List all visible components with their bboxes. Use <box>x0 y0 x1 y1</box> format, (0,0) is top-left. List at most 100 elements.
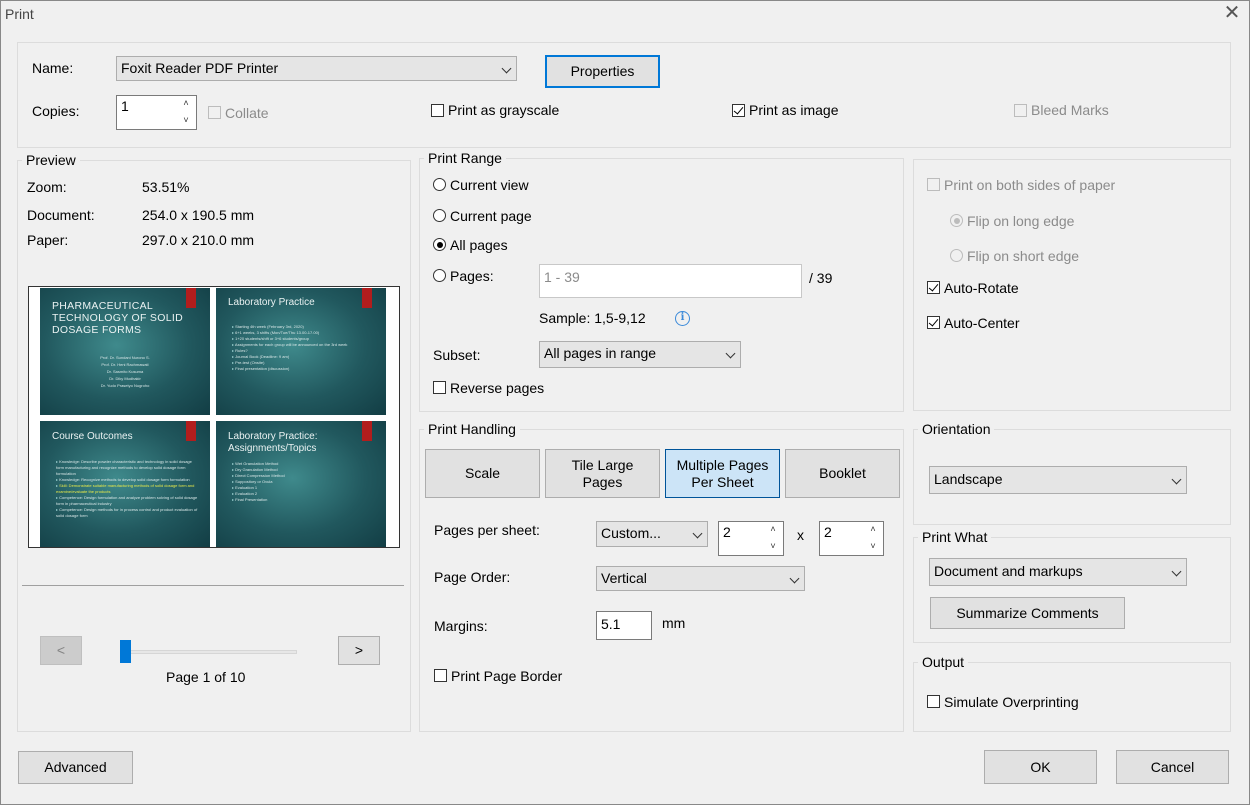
current-view-radio[interactable] <box>433 178 446 191</box>
reverse-pages-label: Reverse pages <box>450 380 545 396</box>
simulate-overprinting-checkbox[interactable] <box>927 695 940 708</box>
slide-title: Course Outcomes <box>52 431 133 442</box>
current-view-label: Current view <box>450 177 529 193</box>
chevron-down-icon <box>1171 566 1182 577</box>
cancel-button[interactable]: Cancel <box>1116 750 1229 784</box>
preview-slide: Course Outcomes Knowledge: Describe powd… <box>40 421 210 547</box>
bleed-marks-checkbox[interactable] <box>1014 104 1027 117</box>
chevron-down-icon <box>1171 474 1182 485</box>
pages-total: / 39 <box>809 270 833 286</box>
properties-button[interactable]: Properties <box>545 55 660 88</box>
print-page-border-checkbox[interactable] <box>434 669 447 682</box>
spin-up-icon[interactable]: ˄ <box>863 522 883 539</box>
slide-title: PHARMACEUTICAL TECHNOLOGY OF SOLID DOSAG… <box>52 300 183 336</box>
slide-body: Wet Granulation Method Dry Granulation M… <box>232 461 376 503</box>
chevron-down-icon <box>692 528 703 539</box>
margins-input[interactable]: 5.1 <box>596 611 652 640</box>
flip-long-edge-radio[interactable] <box>950 214 963 227</box>
printer-name-select[interactable]: Foxit Reader PDF Printer <box>116 56 517 81</box>
paper-label: Paper: <box>27 232 69 248</box>
bookmark-ribbon <box>186 288 196 308</box>
grayscale-checkbox[interactable] <box>431 104 444 117</box>
summarize-comments-button[interactable]: Summarize Comments <box>930 597 1125 629</box>
page-indicator: Page 1 of 10 <box>166 669 246 685</box>
name-label: Name: <box>32 60 74 76</box>
pages-sample-text: Sample: 1,5-9,12 <box>539 310 646 326</box>
columns-stepper[interactable]: 2 ˄ ˅ <box>718 521 784 556</box>
slide-bullet: Competence: Design methods for in proces… <box>56 507 200 519</box>
all-pages-radio[interactable] <box>433 238 446 251</box>
tile-large-pages-button[interactable]: Tile Large Pages <box>545 449 660 498</box>
booklet-button[interactable]: Booklet <box>785 449 900 498</box>
document-label: Document: <box>27 207 95 223</box>
reverse-pages-checkbox[interactable] <box>433 381 446 394</box>
page-order-value: Vertical <box>601 570 647 586</box>
pages-label: Pages: <box>450 268 494 284</box>
next-page-button[interactable]: > <box>338 636 380 665</box>
pages-per-sheet-value: Custom... <box>601 525 661 541</box>
margins-unit: mm <box>662 615 686 631</box>
page-order-label: Page Order: <box>434 569 511 585</box>
subset-select[interactable]: All pages in range <box>539 341 741 368</box>
pages-input-placeholder: 1 - 39 <box>544 269 580 285</box>
slide-bullet: Final presentation (discussion) <box>232 366 376 372</box>
slide-authors: Prof. Dr. Sundani Nurono S. Prof. Dr. He… <box>40 354 210 389</box>
bookmark-ribbon <box>362 421 372 441</box>
pages-per-sheet-select[interactable]: Custom... <box>596 521 708 547</box>
orientation-value: Landscape <box>934 471 1003 487</box>
advanced-button[interactable]: Advanced <box>18 751 133 784</box>
prev-page-button[interactable]: < <box>40 636 82 665</box>
zoom-value: 53.51% <box>142 179 190 195</box>
slide-author: Dr. Diky Mudhakir <box>109 376 141 381</box>
print-page-border-label: Print Page Border <box>451 668 563 684</box>
slide-author: Prof. Dr. Heni Rachmawati <box>101 362 149 367</box>
spin-up-icon[interactable]: ˄ <box>176 96 196 113</box>
spin-up-icon[interactable]: ˄ <box>763 522 783 539</box>
preview-slide: Laboratory Practice Starting 4th week (F… <box>216 288 386 415</box>
all-pages-label: All pages <box>450 237 508 253</box>
auto-center-checkbox[interactable] <box>927 316 940 329</box>
flip-long-edge-label: Flip on long edge <box>967 213 1075 229</box>
page-order-select[interactable]: Vertical <box>596 566 805 591</box>
auto-rotate-checkbox[interactable] <box>927 281 940 294</box>
spin-down-icon[interactable]: ˅ <box>763 539 783 556</box>
current-page-radio[interactable] <box>433 209 446 222</box>
copies-value: 1 <box>121 98 129 114</box>
collate-checkbox[interactable] <box>208 106 221 119</box>
page-slider-thumb[interactable] <box>120 640 131 663</box>
ok-button[interactable]: OK <box>984 750 1097 784</box>
pages-radio[interactable] <box>433 269 446 282</box>
printer-name-value: Foxit Reader PDF Printer <box>121 60 279 76</box>
print-what-select[interactable]: Document and markups <box>929 558 1187 586</box>
orientation-select[interactable]: Landscape <box>929 466 1187 494</box>
print-what-group-label: Print What <box>918 529 992 545</box>
rows-stepper[interactable]: 2 ˄ ˅ <box>819 521 884 556</box>
bookmark-ribbon <box>186 421 196 441</box>
grayscale-label: Print as grayscale <box>448 102 560 118</box>
slide-title: Laboratory Practice: Assignments/Topics <box>228 431 318 454</box>
chevron-down-icon <box>501 63 512 74</box>
copies-label: Copies: <box>32 103 80 119</box>
both-sides-checkbox[interactable] <box>927 178 940 191</box>
spin-down-icon[interactable]: ˅ <box>176 113 196 130</box>
print-as-image-checkbox[interactable] <box>732 104 745 117</box>
slide-bullet: Final Presentation <box>232 497 376 503</box>
chevron-down-icon <box>725 348 736 359</box>
print-what-value: Document and markups <box>934 563 1083 579</box>
spin-down-icon[interactable]: ˅ <box>863 539 883 556</box>
pages-input[interactable]: 1 - 39 <box>539 264 802 298</box>
document-value: 254.0 x 190.5 mm <box>142 207 255 223</box>
scale-button[interactable]: Scale <box>425 449 540 498</box>
info-icon[interactable]: i <box>675 311 690 326</box>
collate-label: Collate <box>225 105 269 121</box>
slide-body: Starting 4th week (February 3rd, 2020) 6… <box>232 324 376 372</box>
copies-stepper[interactable]: 1 ˄ ˅ <box>116 95 197 130</box>
output-group-label: Output <box>918 654 969 670</box>
slide-bullet: Skill: Demonstrate suitable manufacturin… <box>56 483 200 495</box>
multiple-pages-button[interactable]: Multiple Pages Per Sheet <box>665 449 780 498</box>
flip-short-edge-radio[interactable] <box>950 249 963 262</box>
print-handling-group-label: Print Handling <box>424 421 520 437</box>
page-slider-track[interactable] <box>126 650 297 654</box>
current-page-label: Current page <box>450 208 532 224</box>
close-icon[interactable]: ✕ <box>1222 2 1242 26</box>
